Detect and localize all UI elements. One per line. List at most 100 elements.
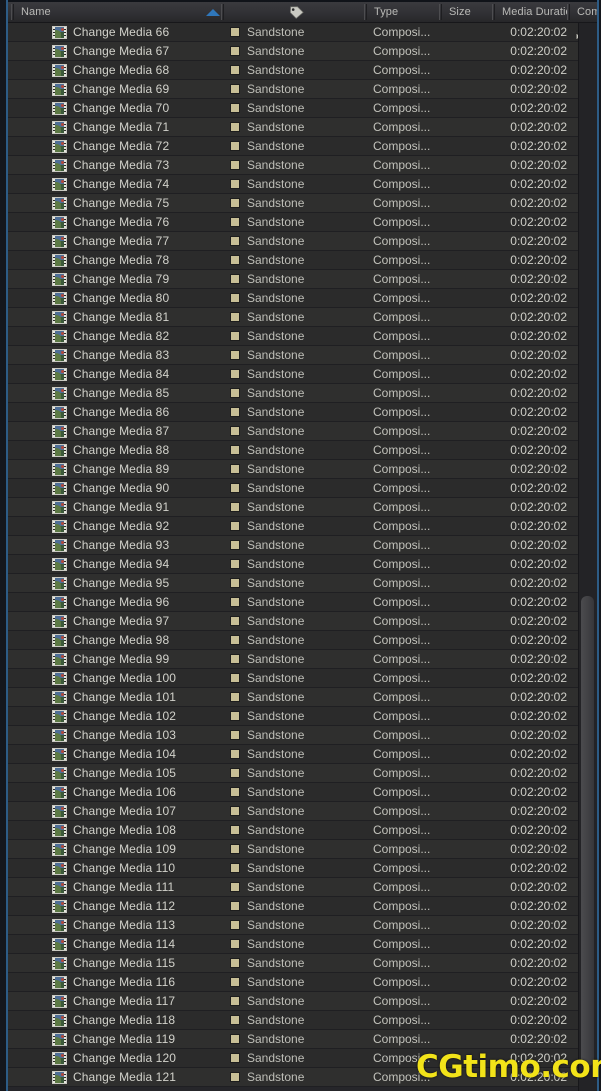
label-color-swatch[interactable]	[230, 483, 240, 493]
cell-name[interactable]: Change Media 91	[52, 498, 220, 516]
table-row[interactable]: Change Media 78 Sandstone Composi... 0:02:2…	[8, 251, 597, 270]
cell-label[interactable]: Sandstone	[230, 859, 365, 877]
table-row[interactable]: Change Media 120 Sandstone Composi... 0:02:…	[8, 1049, 597, 1068]
cell-label[interactable]: Sandstone	[230, 517, 365, 535]
cell-name[interactable]: Change Media 98	[52, 631, 220, 649]
table-row[interactable]: Change Media 102 Sandstone Composi... 0:02:…	[8, 707, 597, 726]
cell-name[interactable]: Change Media 105	[52, 764, 220, 782]
label-color-swatch[interactable]	[230, 1053, 240, 1063]
label-color-swatch[interactable]	[230, 141, 240, 151]
table-row[interactable]: Change Media 66 Sandstone Composi... 0:02:2…	[8, 23, 597, 42]
cell-name[interactable]: Change Media 77	[52, 232, 220, 250]
cell-label[interactable]: Sandstone	[230, 802, 365, 820]
cell-name[interactable]: Change Media 66	[52, 23, 220, 41]
label-color-swatch[interactable]	[230, 996, 240, 1006]
label-color-swatch[interactable]	[230, 312, 240, 322]
table-row[interactable]: Change Media 67 Sandstone Composi... 0:02:2…	[8, 42, 597, 61]
table-row[interactable]: Change Media 81 Sandstone Composi... 0:02:2…	[8, 308, 597, 327]
cell-name[interactable]: Change Media 103	[52, 726, 220, 744]
cell-name[interactable]: Change Media 71	[52, 118, 220, 136]
table-row[interactable]: Change Media 88 Sandstone Composi... 0:02:2…	[8, 441, 597, 460]
cell-name[interactable]: Change Media 94	[52, 555, 220, 573]
label-color-swatch[interactable]	[230, 920, 240, 930]
cell-label[interactable]: Sandstone	[230, 726, 365, 744]
cell-name[interactable]: Change Media 97	[52, 612, 220, 630]
label-color-swatch[interactable]	[230, 1072, 240, 1082]
cell-label[interactable]: Sandstone	[230, 251, 365, 269]
cell-label[interactable]: Sandstone	[230, 479, 365, 497]
cell-label[interactable]: Sandstone	[230, 688, 365, 706]
label-color-swatch[interactable]	[230, 236, 240, 246]
table-row[interactable]: Change Media 87 Sandstone Composi... 0:02:2…	[8, 422, 597, 441]
cell-name[interactable]: Change Media 104	[52, 745, 220, 763]
table-row[interactable]: Change Media 94 Sandstone Composi... 0:02:2…	[8, 555, 597, 574]
cell-name[interactable]: Change Media 101	[52, 688, 220, 706]
label-color-swatch[interactable]	[230, 274, 240, 284]
cell-name[interactable]: Change Media 84	[52, 365, 220, 383]
table-row[interactable]: Change Media 77 Sandstone Composi... 0:02:2…	[8, 232, 597, 251]
cell-name[interactable]: Change Media 111	[52, 878, 220, 896]
cell-label[interactable]: Sandstone	[230, 175, 365, 193]
table-row[interactable]: Change Media 107 Sandstone Composi... 0:02:…	[8, 802, 597, 821]
cell-label[interactable]: Sandstone	[230, 460, 365, 478]
table-row[interactable]: Change Media 105 Sandstone Composi... 0:02:…	[8, 764, 597, 783]
cell-label[interactable]: Sandstone	[230, 156, 365, 174]
cell-label[interactable]: Sandstone	[230, 745, 365, 763]
label-color-swatch[interactable]	[230, 616, 240, 626]
cell-name[interactable]: Change Media 78	[52, 251, 220, 269]
label-color-swatch[interactable]	[230, 1034, 240, 1044]
table-row[interactable]: Change Media 108 Sandstone Composi... 0:02:…	[8, 821, 597, 840]
cell-name[interactable]: Change Media 99	[52, 650, 220, 668]
label-color-swatch[interactable]	[230, 768, 240, 778]
table-row[interactable]: Change Media 97 Sandstone Composi... 0:02:2…	[8, 612, 597, 631]
cell-name[interactable]: Change Media 70	[52, 99, 220, 117]
table-row[interactable]: Change Media 99 Sandstone Composi... 0:02:2…	[8, 650, 597, 669]
cell-label[interactable]: Sandstone	[230, 1049, 365, 1067]
table-row[interactable]: Change Media 111 Sandstone Composi... 0:02:…	[8, 878, 597, 897]
cell-name[interactable]: Change Media 112	[52, 897, 220, 915]
label-color-swatch[interactable]	[230, 198, 240, 208]
cell-label[interactable]: Sandstone	[230, 840, 365, 858]
cell-label[interactable]: Sandstone	[230, 346, 365, 364]
label-color-swatch[interactable]	[230, 806, 240, 816]
cell-label[interactable]: Sandstone	[230, 916, 365, 934]
cell-label[interactable]: Sandstone	[230, 441, 365, 459]
cell-name[interactable]: Change Media 87	[52, 422, 220, 440]
label-color-swatch[interactable]	[230, 502, 240, 512]
label-color-swatch[interactable]	[230, 160, 240, 170]
table-row[interactable]: Change Media 79 Sandstone Composi... 0:02:2…	[8, 270, 597, 289]
cell-name[interactable]: Change Media 96	[52, 593, 220, 611]
cell-label[interactable]: Sandstone	[230, 631, 365, 649]
label-color-swatch[interactable]	[230, 939, 240, 949]
cell-label[interactable]: Sandstone	[230, 1030, 365, 1048]
cell-name[interactable]: Change Media 92	[52, 517, 220, 535]
cell-name[interactable]: Change Media 72	[52, 137, 220, 155]
cell-label[interactable]: Sandstone	[230, 42, 365, 60]
label-color-swatch[interactable]	[230, 692, 240, 702]
label-color-swatch[interactable]	[230, 977, 240, 987]
cell-name[interactable]: Change Media 81	[52, 308, 220, 326]
table-row[interactable]: Change Media 119 Sandstone Composi... 0:02:…	[8, 1030, 597, 1049]
cell-name[interactable]: Change Media 80	[52, 289, 220, 307]
cell-name[interactable]: Change Media 109	[52, 840, 220, 858]
cell-name[interactable]: Change Media 82	[52, 327, 220, 345]
table-row[interactable]: Change Media 115 Sandstone Composi... 0:02:…	[8, 954, 597, 973]
table-row[interactable]: Change Media 80 Sandstone Composi... 0:02:2…	[8, 289, 597, 308]
table-row[interactable]: Change Media 82 Sandstone Composi... 0:02:2…	[8, 327, 597, 346]
cell-label[interactable]: Sandstone	[230, 232, 365, 250]
cell-label[interactable]: Sandstone	[230, 593, 365, 611]
label-color-swatch[interactable]	[230, 65, 240, 75]
cell-label[interactable]: Sandstone	[230, 289, 365, 307]
column-header-label[interactable]	[224, 2, 364, 22]
cell-label[interactable]: Sandstone	[230, 821, 365, 839]
table-row[interactable]: Change Media 70 Sandstone Composi... 0:02:2…	[8, 99, 597, 118]
cell-label[interactable]: Sandstone	[230, 1011, 365, 1029]
cell-label[interactable]: Sandstone	[230, 308, 365, 326]
cell-label[interactable]: Sandstone	[230, 365, 365, 383]
cell-label[interactable]: Sandstone	[230, 650, 365, 668]
label-color-swatch[interactable]	[230, 958, 240, 968]
label-color-swatch[interactable]	[230, 217, 240, 227]
column-header-size[interactable]: Size	[442, 2, 492, 22]
cell-label[interactable]: Sandstone	[230, 213, 365, 231]
label-color-swatch[interactable]	[230, 103, 240, 113]
